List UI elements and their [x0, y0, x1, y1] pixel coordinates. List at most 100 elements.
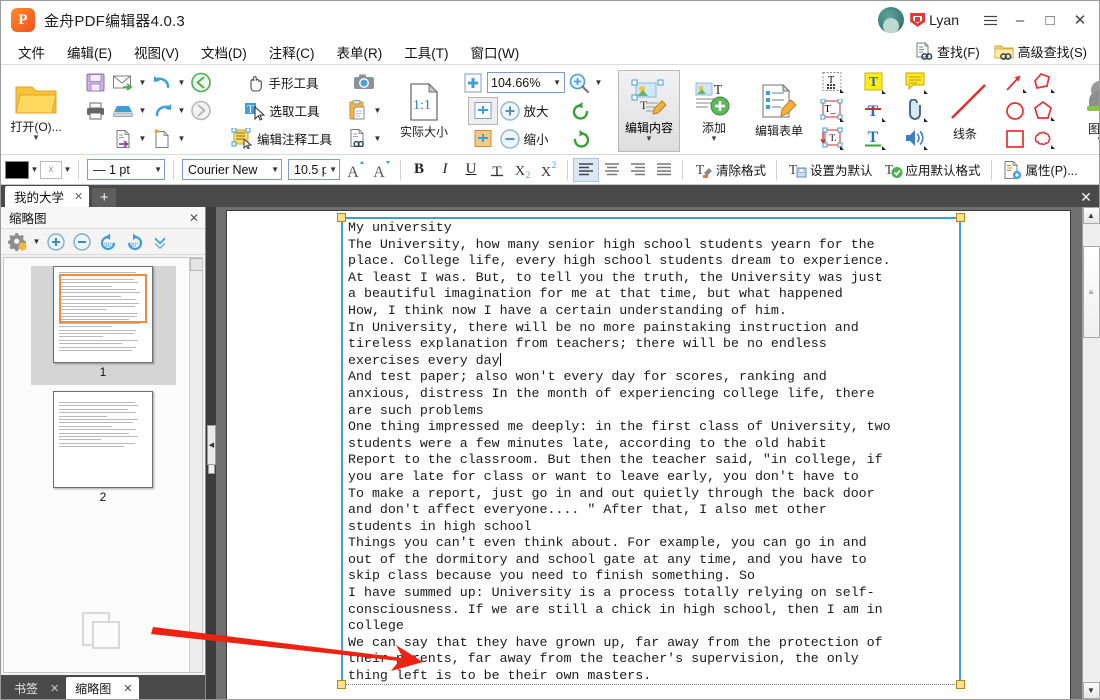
- scroll-track[interactable]: ≡: [1082, 224, 1100, 682]
- scroll-up-button[interactable]: ▲: [1082, 207, 1100, 224]
- email-dropdown-caret-icon[interactable]: ▼: [137, 70, 148, 96]
- rectangle-shape-icon[interactable]: [1002, 126, 1030, 152]
- italic-button[interactable]: I: [432, 158, 458, 182]
- rotate-left-icon[interactable]: [567, 98, 595, 124]
- undo-dropdown-caret-icon[interactable]: ▼: [176, 70, 187, 96]
- thumbnail-zoom-in-icon[interactable]: [44, 231, 68, 253]
- rotate-right-icon[interactable]: [567, 126, 595, 152]
- magnifier-icon[interactable]: [565, 70, 593, 96]
- stamp-button[interactable]: 图章 ▼: [1072, 77, 1099, 145]
- zoom-out-button[interactable]: 缩小: [497, 126, 553, 152]
- undo-icon[interactable]: [148, 70, 176, 96]
- pdf-page[interactable]: My university The University, how many s…: [226, 210, 1071, 699]
- bold-button[interactable]: B: [406, 158, 432, 182]
- rotate-ccw-90-icon[interactable]: 90°: [96, 231, 120, 253]
- attachment-icon[interactable]: [902, 98, 930, 124]
- superscript-button[interactable]: X2: [536, 158, 562, 182]
- thumbnail-list[interactable]: 1 2: [3, 257, 203, 673]
- user-name[interactable]: Lyan: [929, 12, 959, 28]
- zoom-in-button[interactable]: 放大: [497, 98, 553, 124]
- chevron-down-icon[interactable]: ▼: [553, 78, 561, 87]
- subscript-button[interactable]: X2: [510, 158, 536, 182]
- arrow-shape-icon[interactable]: [1002, 70, 1030, 96]
- menu-document[interactable]: 文档(D): [190, 39, 258, 65]
- polygon-shape-icon[interactable]: [1030, 98, 1058, 124]
- edit-form-button[interactable]: 编辑表单: [748, 81, 810, 141]
- more-options-chevrons-icon[interactable]: [148, 231, 172, 253]
- document-text-paragraph-1[interactable]: My university The University, how many s…: [348, 220, 956, 685]
- chevron-down-icon[interactable]: ▼: [268, 165, 279, 174]
- redo-icon[interactable]: [148, 98, 176, 124]
- clear-format-button[interactable]: T 清除格式: [688, 158, 771, 181]
- line-tool-button[interactable]: 线条: [944, 78, 994, 144]
- hamburger-menu-icon[interactable]: [975, 7, 1005, 33]
- font-family-combobox[interactable]: Courier New ▼: [182, 159, 282, 180]
- apply-default-format-button[interactable]: T 应用默认格式: [878, 158, 986, 181]
- sticky-note-icon[interactable]: [902, 70, 930, 96]
- fill-color-swatch[interactable]: [5, 160, 29, 179]
- panel-collapse-handle[interactable]: ◀: [207, 425, 216, 465]
- close-icon[interactable]: ✕: [74, 190, 83, 203]
- thumbnail-scrollbar[interactable]: [189, 258, 202, 672]
- fill-color-picker[interactable]: ▼: [5, 157, 40, 183]
- actual-size-button[interactable]: 1:1 实际大小: [397, 80, 451, 142]
- rotate-cw-90-icon[interactable]: 90°: [122, 231, 146, 253]
- scan-dropdown-caret-icon[interactable]: ▼: [137, 98, 148, 124]
- maximize-button[interactable]: □: [1035, 7, 1065, 33]
- align-center-icon[interactable]: [599, 158, 625, 182]
- find-in-doc-dropdown-caret-icon[interactable]: ▼: [372, 126, 383, 152]
- thumbnail-item[interactable]: 2: [31, 391, 176, 510]
- thumbnail-settings-caret-icon[interactable]: ▼: [31, 229, 42, 255]
- zoom-level-combobox[interactable]: 104.66% ▼: [487, 72, 566, 93]
- menu-window[interactable]: 窗口(W): [460, 39, 531, 65]
- chevron-down-icon[interactable]: ▼: [1096, 135, 1099, 143]
- decrease-font-size-icon[interactable]: A: [369, 158, 395, 182]
- minimize-button[interactable]: –: [1005, 7, 1035, 33]
- underline-button[interactable]: U: [458, 158, 484, 182]
- new-file-dropdown-caret-icon[interactable]: ▼: [176, 126, 187, 152]
- close-icon[interactable]: ✕: [123, 682, 132, 695]
- scan-icon[interactable]: [109, 98, 137, 124]
- chevron-down-icon[interactable]: ▼: [645, 135, 653, 143]
- export-dropdown-caret-icon[interactable]: ▼: [137, 126, 148, 152]
- chevron-down-icon[interactable]: ▼: [326, 165, 337, 174]
- open-button[interactable]: 打开(O)... ▼: [5, 79, 67, 143]
- edit-annotation-tool-button[interactable]: 编辑注释工具: [229, 126, 336, 152]
- close-button[interactable]: ✕: [1065, 7, 1095, 33]
- thumbnail-zoom-out-icon[interactable]: [70, 231, 94, 253]
- email-send-icon[interactable]: [109, 70, 137, 96]
- ellipse-shape-icon[interactable]: [1002, 98, 1030, 124]
- save-icon[interactable]: [81, 70, 109, 96]
- close-icon[interactable]: ✕: [50, 682, 59, 695]
- strikethrough-text-icon[interactable]: T: [860, 98, 888, 124]
- text-box-icon[interactable]: T_: [818, 98, 846, 124]
- add-content-button[interactable]: T 添加 ▼: [688, 78, 740, 144]
- print-icon[interactable]: [81, 98, 109, 124]
- zoom-dropdown-caret-icon[interactable]: ▼: [593, 70, 604, 96]
- page-scroll-area[interactable]: My university The University, how many s…: [216, 207, 1082, 699]
- text-block-selection[interactable]: My university The University, how many s…: [337, 213, 965, 689]
- menu-tools[interactable]: 工具(T): [393, 39, 459, 65]
- thumbnail-scroll-up-button[interactable]: [190, 258, 202, 271]
- menu-edit[interactable]: 编辑(E): [56, 39, 123, 65]
- redo-dropdown-caret-icon[interactable]: ▼: [176, 98, 187, 124]
- align-justify-icon[interactable]: [651, 158, 677, 182]
- thumbnail-settings-gear-icon[interactable]: [5, 231, 29, 253]
- hand-tool-button[interactable]: 手形工具: [243, 70, 323, 96]
- scroll-down-button[interactable]: ▼: [1082, 682, 1100, 699]
- highlight-text-icon[interactable]: T: [860, 70, 888, 96]
- line-width-combobox[interactable]: — 1 pt ▼: [87, 159, 165, 180]
- resize-handle-top-left[interactable]: [337, 213, 346, 222]
- find-in-document-icon[interactable]: [344, 126, 372, 152]
- select-tool-button[interactable]: T 选取工具: [242, 98, 324, 124]
- export-file-icon[interactable]: [109, 126, 137, 152]
- clipboard-paste-icon[interactable]: [344, 98, 372, 124]
- text-flow-icon[interactable]: T.: [818, 126, 846, 152]
- advanced-find-button[interactable]: 高级查找(S): [988, 40, 1093, 63]
- menu-form[interactable]: 表单(R): [326, 39, 394, 65]
- increase-font-size-icon[interactable]: A: [343, 158, 369, 182]
- menu-comment[interactable]: 注释(C): [258, 39, 326, 65]
- close-icon[interactable]: ✕: [189, 211, 199, 225]
- ocr-text-icon[interactable]: T: [818, 70, 846, 96]
- chevron-down-icon[interactable]: ▼: [710, 134, 718, 142]
